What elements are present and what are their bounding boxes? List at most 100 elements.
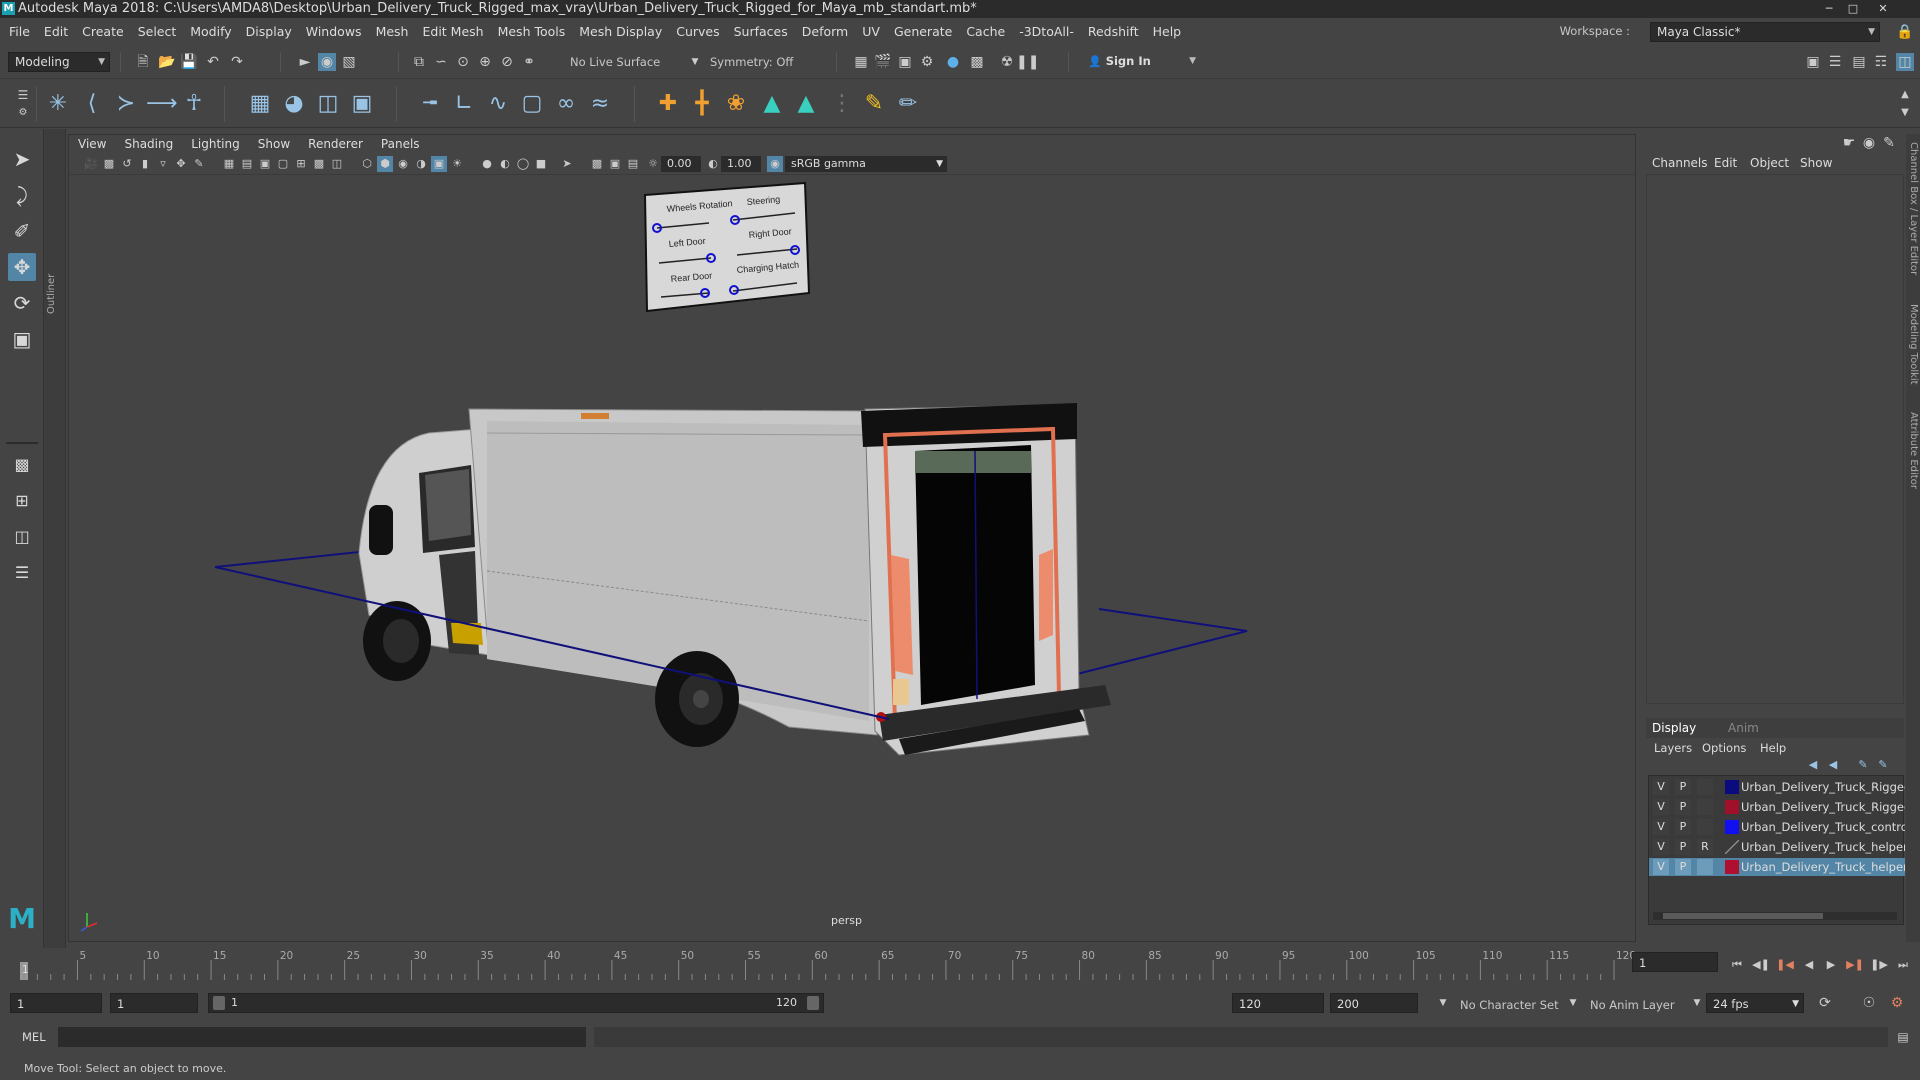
nonlinear-wave-icon[interactable]: ≈ — [586, 90, 614, 118]
layer-display-type-toggle[interactable] — [1697, 859, 1713, 875]
layer-row-selected[interactable]: V P Urban_Delivery_Truck_helpers — [1649, 858, 1905, 876]
menu-mesh[interactable]: Mesh — [369, 18, 416, 46]
menu-windows[interactable]: Windows — [299, 18, 369, 46]
delivery-truck-model[interactable] — [358, 403, 1111, 756]
exposure-field[interactable]: 0.00 — [661, 156, 701, 172]
grid-icon[interactable]: ▦ — [221, 156, 237, 172]
maximize-button[interactable]: □ — [1842, 1, 1864, 16]
snap-curve-icon[interactable]: ∽ — [432, 53, 450, 71]
layer-visibility-toggle[interactable]: V — [1653, 779, 1669, 795]
single-perspective-layout-icon[interactable]: ▩ — [8, 451, 36, 479]
layer-playback-toggle[interactable]: P — [1675, 859, 1691, 875]
depth-of-field-icon[interactable]: ■ — [533, 156, 549, 172]
screen-space-ao-icon[interactable]: ● — [479, 156, 495, 172]
use-all-lights-icon[interactable]: ▣ — [431, 156, 447, 172]
anim-layer-label[interactable]: No Anim Layer — [1590, 998, 1675, 1012]
script-editor-icon[interactable]: ▤ — [1894, 1028, 1912, 1046]
shelf-menu-icon[interactable]: ☰ — [14, 86, 32, 104]
nonlinear-twist-icon[interactable]: ∞ — [552, 90, 580, 118]
constraint-icon[interactable]: ╋ — [688, 90, 716, 118]
layer-color-swatch[interactable] — [1725, 860, 1739, 874]
viewport-menu-view[interactable]: View — [69, 135, 115, 153]
color-management-icon[interactable]: ◉ — [767, 156, 783, 172]
channel-box-tab-edit[interactable]: Edit — [1714, 156, 1737, 170]
workspace-dropdown[interactable]: Maya Classic* ▼ — [1650, 22, 1880, 42]
playback-start-field[interactable]: 1 — [110, 993, 198, 1013]
channel-box-pin-icon[interactable]: ✎ — [1880, 134, 1898, 152]
joint-tool-icon[interactable]: ✳ — [44, 90, 72, 118]
nonlinear-squash-icon[interactable]: ▢ — [518, 90, 546, 118]
menu-deform[interactable]: Deform — [795, 18, 855, 46]
layer-list-scrollbar[interactable] — [1653, 912, 1897, 920]
menu-create[interactable]: Create — [75, 18, 131, 46]
range-end-handle[interactable] — [807, 996, 819, 1010]
redshift-ipr-icon[interactable]: ☢ — [998, 53, 1016, 71]
select-by-hierarchy-icon[interactable]: ► — [296, 53, 314, 71]
select-by-component-icon[interactable]: ▧ — [340, 53, 358, 71]
close-button[interactable]: ✕ — [1868, 1, 1898, 16]
viewport-panel[interactable]: View Shading Lighting Show Renderer Panels 🎥 … — [68, 134, 1636, 942]
scale-tool-icon[interactable]: ▣ — [8, 325, 36, 353]
current-frame-field[interactable]: 1 — [1632, 952, 1718, 972]
image-plane-icon[interactable]: ▿ — [155, 156, 171, 172]
chevron-down-icon[interactable]: ▼ — [1434, 994, 1452, 1012]
menu-edit-mesh[interactable]: Edit Mesh — [415, 18, 490, 46]
menu-modify[interactable]: Modify — [183, 18, 238, 46]
camera-attributes-icon[interactable]: ▩ — [101, 156, 117, 172]
layer-playback-toggle[interactable]: P — [1675, 819, 1691, 835]
menu-display[interactable]: Display — [239, 18, 299, 46]
nonlinear-sine-icon[interactable]: ∿ — [484, 90, 512, 118]
chevron-down-icon[interactable]: ▼ — [1688, 994, 1706, 1012]
chevron-down-icon[interactable]: ▼ — [1564, 994, 1582, 1012]
human-ik-icon[interactable]: ▲ — [758, 90, 786, 118]
animation-end-field[interactable]: 200 — [1330, 993, 1418, 1013]
bind-skin-icon[interactable]: ⟶ — [146, 90, 178, 118]
layer-visibility-toggle[interactable]: V — [1653, 839, 1669, 855]
layer-display-type-toggle[interactable]: R — [1697, 839, 1713, 855]
step-back-key-icon[interactable]: ◀❚ — [1752, 956, 1770, 974]
viewport-menu-lighting[interactable]: Lighting — [182, 135, 249, 153]
nonlinear-bend-icon[interactable]: ╼ — [416, 90, 444, 118]
select-camera-icon[interactable]: 🎥 — [83, 156, 99, 172]
hik-icon[interactable]: ☥ — [180, 90, 208, 118]
2d-pan-zoom-icon[interactable]: ✥ — [173, 156, 189, 172]
persp-outliner-layout-icon[interactable]: ◫ — [8, 523, 36, 551]
lock-icon[interactable]: 🔒 — [1896, 23, 1914, 41]
menu-surfaces[interactable]: Surfaces — [727, 18, 795, 46]
redshift-render-icon[interactable]: ▩ — [968, 53, 986, 71]
menu-uv[interactable]: UV — [855, 18, 887, 46]
layer-display-type-toggle[interactable] — [1697, 799, 1713, 815]
field-chart-icon[interactable]: ⊞ — [293, 156, 309, 172]
menu-generate[interactable]: Generate — [887, 18, 959, 46]
live-surface-label[interactable]: No Live Surface — [570, 55, 660, 69]
four-view-layout-icon[interactable]: ⊞ — [8, 487, 36, 515]
layer-playback-toggle[interactable]: P — [1675, 779, 1691, 795]
menu-3dtoall[interactable]: -3DtoAll- — [1012, 18, 1081, 46]
gate-mask-icon[interactable]: ▢ — [275, 156, 291, 172]
motion-blur-icon[interactable]: ◐ — [497, 156, 513, 172]
menu-select[interactable]: Select — [131, 18, 184, 46]
snap-projected-center-icon[interactable]: ⊕ — [476, 53, 494, 71]
menu-file[interactable]: File — [0, 18, 37, 46]
anti-aliasing-icon[interactable]: ◯ — [515, 156, 531, 172]
layer-row[interactable]: V P Urban_Delivery_Truck_Rigged_ — [1649, 778, 1905, 796]
render-icon[interactable]: 🎬 — [874, 53, 892, 71]
rotate-tool-icon[interactable]: ⟳ — [8, 289, 36, 317]
menu-edit[interactable]: Edit — [37, 18, 75, 46]
render-view-icon[interactable]: ▦ — [852, 53, 870, 71]
go-to-start-icon[interactable]: ⏮ — [1728, 956, 1746, 974]
channel-box-tab-object[interactable]: Object — [1750, 156, 1789, 170]
lattice-icon[interactable]: ▦ — [246, 90, 274, 118]
layer-menu-options[interactable]: Options — [1702, 741, 1746, 755]
open-scene-icon[interactable]: 📂 — [158, 53, 176, 71]
render-settings-icon[interactable]: ⚙ — [918, 53, 936, 71]
viewport-menu-shading[interactable]: Shading — [115, 135, 182, 153]
redo-icon[interactable]: ↷ — [228, 53, 246, 71]
layer-name[interactable]: Urban_Delivery_Truck_helpers — [1741, 858, 1905, 876]
menu-mesh-display[interactable]: Mesh Display — [572, 18, 669, 46]
smooth-shade-icon[interactable]: ⬢ — [377, 156, 393, 172]
isolate-select-icon[interactable]: ➤ — [559, 156, 575, 172]
playback-end-field[interactable]: 120 — [1232, 993, 1324, 1013]
range-bar[interactable]: 1 120 — [208, 993, 824, 1013]
snap-grid-icon[interactable]: ⧉ — [410, 53, 428, 71]
